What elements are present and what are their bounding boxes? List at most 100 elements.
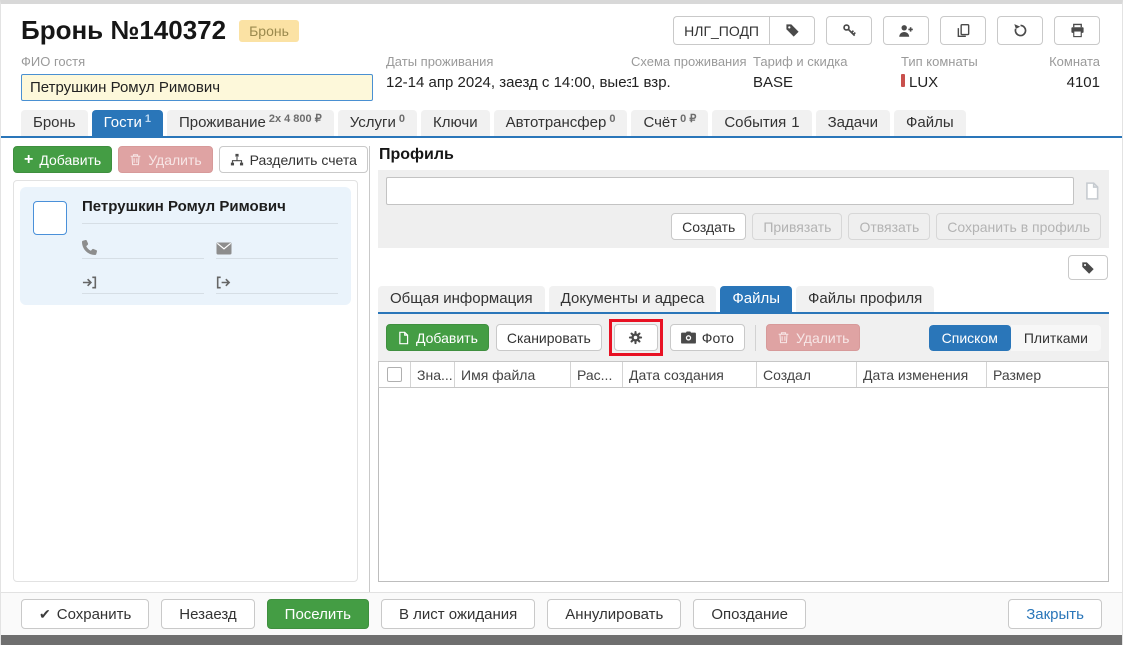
profile-create-button[interactable]: Создать xyxy=(671,213,746,240)
stay-dates-label: Даты проживания xyxy=(386,54,631,69)
view-switcher: Списком Плитками xyxy=(929,325,1101,351)
tab-tasks[interactable]: Задачи xyxy=(816,110,890,136)
no-show-button[interactable]: Незаезд xyxy=(161,599,254,629)
add-guest-icon xyxy=(898,23,914,39)
col-filename[interactable]: Имя файла xyxy=(455,362,571,387)
col-extension[interactable]: Рас... xyxy=(571,362,623,387)
tag-icon xyxy=(785,23,800,38)
main-tab-bar: Бронь Гости1 Проживание2х 4 800 ₽ Услуги… xyxy=(1,110,1122,138)
guests-panel: + Добавить Удалить Разделить счета xyxy=(1,146,358,592)
tab-services[interactable]: Услуги0 xyxy=(338,110,417,136)
tab-transfer-count: 0 xyxy=(609,113,615,125)
profile-buttons: Создать Привязать Отвязать Сохранить в п… xyxy=(386,213,1101,240)
profile-tab-documents[interactable]: Документы и адреса xyxy=(549,286,717,312)
tab-events-count: 1 xyxy=(791,114,799,131)
room-value: 4101 xyxy=(1049,74,1100,91)
room-label: Комната xyxy=(1049,54,1100,69)
guest-card[interactable]: Петрушкин Ромул Римович xyxy=(20,187,351,305)
print-button[interactable] xyxy=(1054,16,1100,45)
add-guest-button[interactable] xyxy=(883,16,929,45)
copy-icon xyxy=(956,23,971,38)
delete-file-button[interactable]: Удалить xyxy=(766,324,860,351)
files-table-body xyxy=(378,388,1109,582)
file-add-icon xyxy=(397,331,410,345)
file-icon[interactable] xyxy=(1083,181,1101,201)
tab-files[interactable]: Файлы xyxy=(894,110,966,136)
guest-name-input[interactable] xyxy=(21,74,373,101)
tab-services-count: 0 xyxy=(399,113,405,125)
stay-dates-field: Даты проживания 12-14 апр 2024, заезд с … xyxy=(386,54,631,91)
profile-box: Создать Привязать Отвязать Сохранить в п… xyxy=(378,170,1109,248)
tab-accommodation[interactable]: Проживание2х 4 800 ₽ xyxy=(167,110,334,136)
guest-detail-panel: Профиль Создать Привязать Отвязать Сохра… xyxy=(370,146,1122,592)
col-size[interactable]: Размер xyxy=(987,362,1108,387)
guest-contact-row xyxy=(82,237,338,259)
profile-save-button[interactable]: Сохранить в профиль xyxy=(936,213,1101,240)
guest-name-label: ФИО гостя xyxy=(21,54,386,69)
waitlist-button[interactable]: В лист ожидания xyxy=(381,599,535,629)
trash-icon xyxy=(777,331,790,344)
profile-link-button[interactable]: Привязать xyxy=(752,213,842,240)
guest-email-field xyxy=(216,237,338,259)
tab-booking[interactable]: Бронь xyxy=(21,110,88,136)
scan-button[interactable]: Сканировать xyxy=(496,324,602,351)
content-area: + Добавить Удалить Разделить счета xyxy=(1,138,1122,592)
select-all-checkbox[interactable] xyxy=(387,367,402,382)
profile-tab-profile-files[interactable]: Файлы профиля xyxy=(796,286,934,312)
header-actions: НЛГ_ПОДП xyxy=(673,16,1100,45)
room-type-label: Тип комнаты xyxy=(901,54,1047,69)
tab-guests[interactable]: Гости1 xyxy=(92,110,163,136)
profile-tab-general[interactable]: Общая информация xyxy=(378,286,545,312)
list-view-button[interactable]: Списком xyxy=(929,325,1011,351)
close-button[interactable]: Закрыть xyxy=(1008,599,1102,629)
occupancy-field: Схема проживания 1 взр. xyxy=(631,54,753,91)
file-settings-button[interactable] xyxy=(614,324,658,351)
check-out-icon xyxy=(216,275,231,290)
split-bills-button[interactable]: Разделить счета xyxy=(219,146,368,173)
history-icon xyxy=(1013,23,1028,38)
delete-guest-button[interactable]: Удалить xyxy=(118,146,212,173)
key-icon xyxy=(842,23,857,38)
save-button[interactable]: ✔ Сохранить xyxy=(21,599,149,629)
tab-transfer[interactable]: Автотрансфер0 xyxy=(494,110,628,136)
check-in-button[interactable]: Поселить xyxy=(267,599,369,629)
tab-keys[interactable]: Ключи xyxy=(421,110,490,136)
room-type-value: LUX xyxy=(909,74,938,91)
keys-button[interactable] xyxy=(826,16,872,45)
col-created-date[interactable]: Дата создания xyxy=(623,362,757,387)
occupancy-label: Схема проживания xyxy=(631,54,753,69)
status-badge: Бронь xyxy=(239,20,299,42)
guest-select-checkbox[interactable] xyxy=(33,201,67,235)
select-all-cell xyxy=(379,362,411,387)
col-created-by[interactable]: Создал xyxy=(757,362,857,387)
email-icon xyxy=(216,242,232,255)
tag-icon xyxy=(1081,261,1095,275)
col-modified-date[interactable]: Дата изменения xyxy=(857,362,987,387)
guest-check-in-field xyxy=(82,272,204,294)
tab-invoice[interactable]: Счёт0 ₽ xyxy=(631,110,708,136)
footer-bar: ✔ Сохранить Незаезд Поселить В лист ожид… xyxy=(1,592,1122,635)
tile-view-button[interactable]: Плитками xyxy=(1011,325,1101,351)
guest-tags-button[interactable] xyxy=(1068,255,1108,280)
profile-tab-bar: Общая информация Документы и адреса Файл… xyxy=(378,286,1109,314)
add-file-button[interactable]: Добавить xyxy=(386,324,489,351)
profile-unlink-button[interactable]: Отвязать xyxy=(848,213,930,240)
copy-button[interactable] xyxy=(940,16,986,45)
photo-button[interactable]: Фото xyxy=(670,324,745,351)
doc-type-label: НЛГ_ПОДП xyxy=(673,16,769,45)
split-bills-icon xyxy=(230,153,244,167)
doc-tag-button[interactable] xyxy=(769,16,815,45)
history-button[interactable] xyxy=(997,16,1043,45)
guest-list: Петрушкин Ромул Римович xyxy=(13,180,358,582)
files-toolbar: Добавить Сканировать Фото xyxy=(378,314,1109,361)
profile-tab-files[interactable]: Файлы xyxy=(720,286,792,312)
col-icon[interactable]: Зна... xyxy=(411,362,455,387)
gear-icon xyxy=(628,330,643,345)
cancel-booking-button[interactable]: Аннулировать xyxy=(547,599,681,629)
profile-search-input[interactable] xyxy=(386,177,1074,205)
toolbar-divider xyxy=(755,325,756,351)
add-guest-to-list-button[interactable]: + Добавить xyxy=(13,146,112,173)
tab-events[interactable]: События1 xyxy=(712,110,811,136)
check-in-icon xyxy=(82,275,97,290)
late-arrival-button[interactable]: Опоздание xyxy=(693,599,806,629)
